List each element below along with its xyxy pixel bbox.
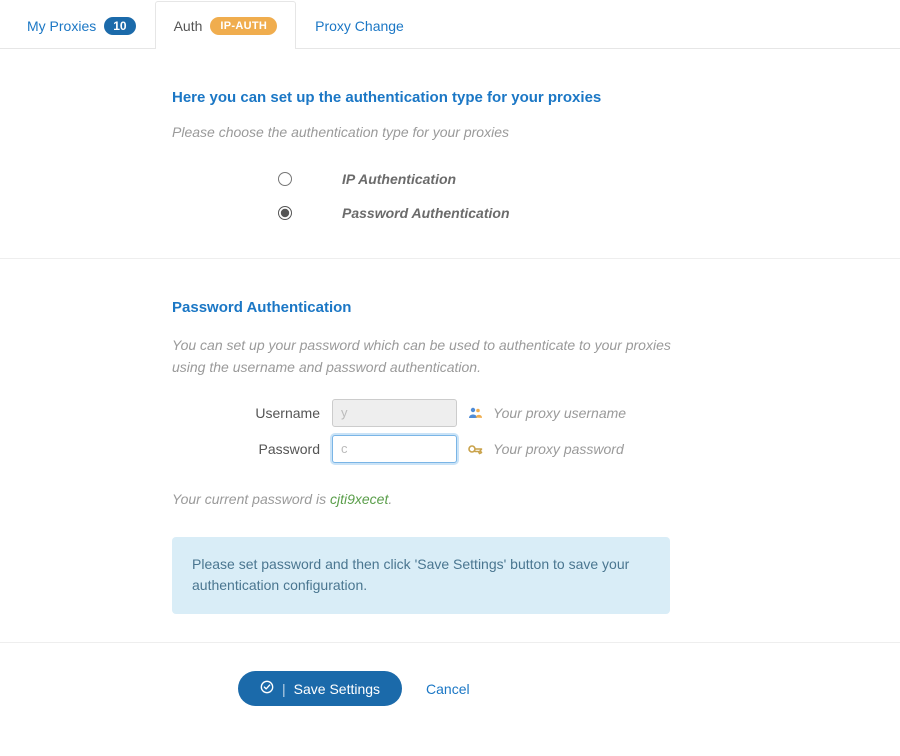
note-prefix: Your current password is [172,491,330,507]
tab-auth-label: Auth [174,18,203,34]
username-input [332,399,457,427]
radio-password-label: Password Authentication [342,205,510,221]
note-suffix: . [388,491,392,507]
username-hint: Your proxy username [493,405,626,421]
tab-auth[interactable]: Auth IP-AUTH [155,1,297,49]
username-label: Username [172,405,332,421]
tab-my-proxies-label: My Proxies [27,18,96,34]
tab-proxy-change-label: Proxy Change [315,18,404,34]
tabs-bar: My Proxies 10 Auth IP-AUTH Proxy Change [0,0,900,49]
radio-password-row: Password Authentication [278,196,900,230]
info-alert: Please set password and then click 'Save… [172,537,670,614]
password-input[interactable] [332,435,457,463]
proxy-count-badge: 10 [104,17,135,35]
auth-type-section: Here you can set up the authentication t… [0,49,900,258]
auth-type-sub: Please choose the authentication type fo… [172,124,900,140]
password-auth-section: Password Authentication You can set up y… [0,258,900,642]
current-password-note: Your current password is cjti9xecet. [172,491,900,507]
password-auth-sub: You can set up your password which can b… [172,334,692,379]
password-hint: Your proxy password [493,441,624,457]
password-label: Password [172,441,332,457]
footer-actions: | Save Settings Cancel [0,642,900,726]
auth-type-heading: Here you can set up the authentication t… [172,89,900,106]
auth-type-radios: IP Authentication Password Authenticatio… [172,162,900,230]
password-row: Password Your proxy password [172,435,900,463]
tab-my-proxies[interactable]: My Proxies 10 [8,1,155,49]
current-password-value: cjti9xecet [330,491,388,507]
credentials-form: Username Your proxy username Password Yo… [172,399,900,463]
key-icon [467,441,483,457]
radio-ip-row: IP Authentication [278,162,900,196]
password-auth-heading: Password Authentication [172,299,900,316]
radio-password-auth[interactable] [278,206,292,220]
tab-proxy-change[interactable]: Proxy Change [296,1,423,49]
content: Here you can set up the authentication t… [0,49,900,756]
users-icon [467,405,483,421]
radio-ip-auth[interactable] [278,172,292,186]
username-row: Username Your proxy username [172,399,900,427]
auth-mode-badge: IP-AUTH [210,17,277,35]
radio-ip-label: IP Authentication [342,171,456,187]
